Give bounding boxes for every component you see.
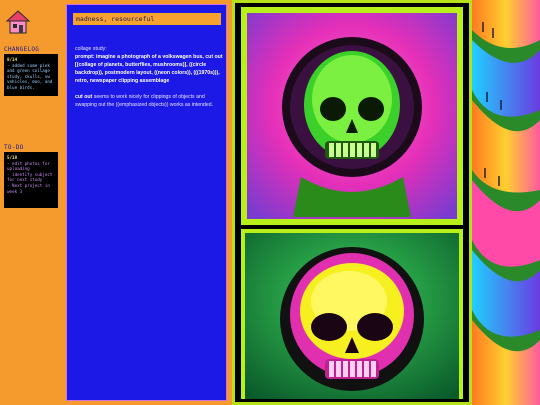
note-rest: seems to work nicely for clippings of ob…	[75, 94, 214, 108]
todo-heading: TO-DO	[4, 144, 24, 151]
house-icon[interactable]	[5, 9, 31, 35]
post-body: madness, resourceful collage study: prom…	[66, 4, 227, 401]
image-column	[232, 0, 472, 405]
todo-box: 5/18 - edit photos for uploading - ident…	[4, 152, 58, 208]
post-title: madness, resourceful	[73, 13, 221, 25]
changelog-box: 8/14 - added some pink and green collage…	[4, 54, 58, 96]
post-panel: madness, resourceful collage study: prom…	[62, 0, 232, 405]
post-note: collage study: prompt: imagine a photogr…	[75, 45, 223, 109]
image-frame	[235, 3, 469, 402]
changelog-heading: CHANGELOG	[4, 46, 40, 53]
post-description: cut out seems to work nicely for clippin…	[75, 93, 223, 109]
mushroom-art-strip	[472, 0, 540, 405]
note-emphasis: cut out	[75, 94, 93, 100]
changelog-text: - added some pink and green collage stud…	[7, 62, 53, 90]
todo-text: - edit photos for uploading - identify s…	[7, 160, 53, 194]
yellow-skull-image[interactable]	[241, 229, 463, 399]
post-prompt: prompt: imagine a photograph of a volksw…	[75, 54, 223, 84]
post-label: collage study:	[75, 46, 107, 52]
green-skull-image[interactable]	[241, 7, 463, 225]
sidebar: CHANGELOG 8/14 - added some pink and gre…	[0, 0, 62, 405]
